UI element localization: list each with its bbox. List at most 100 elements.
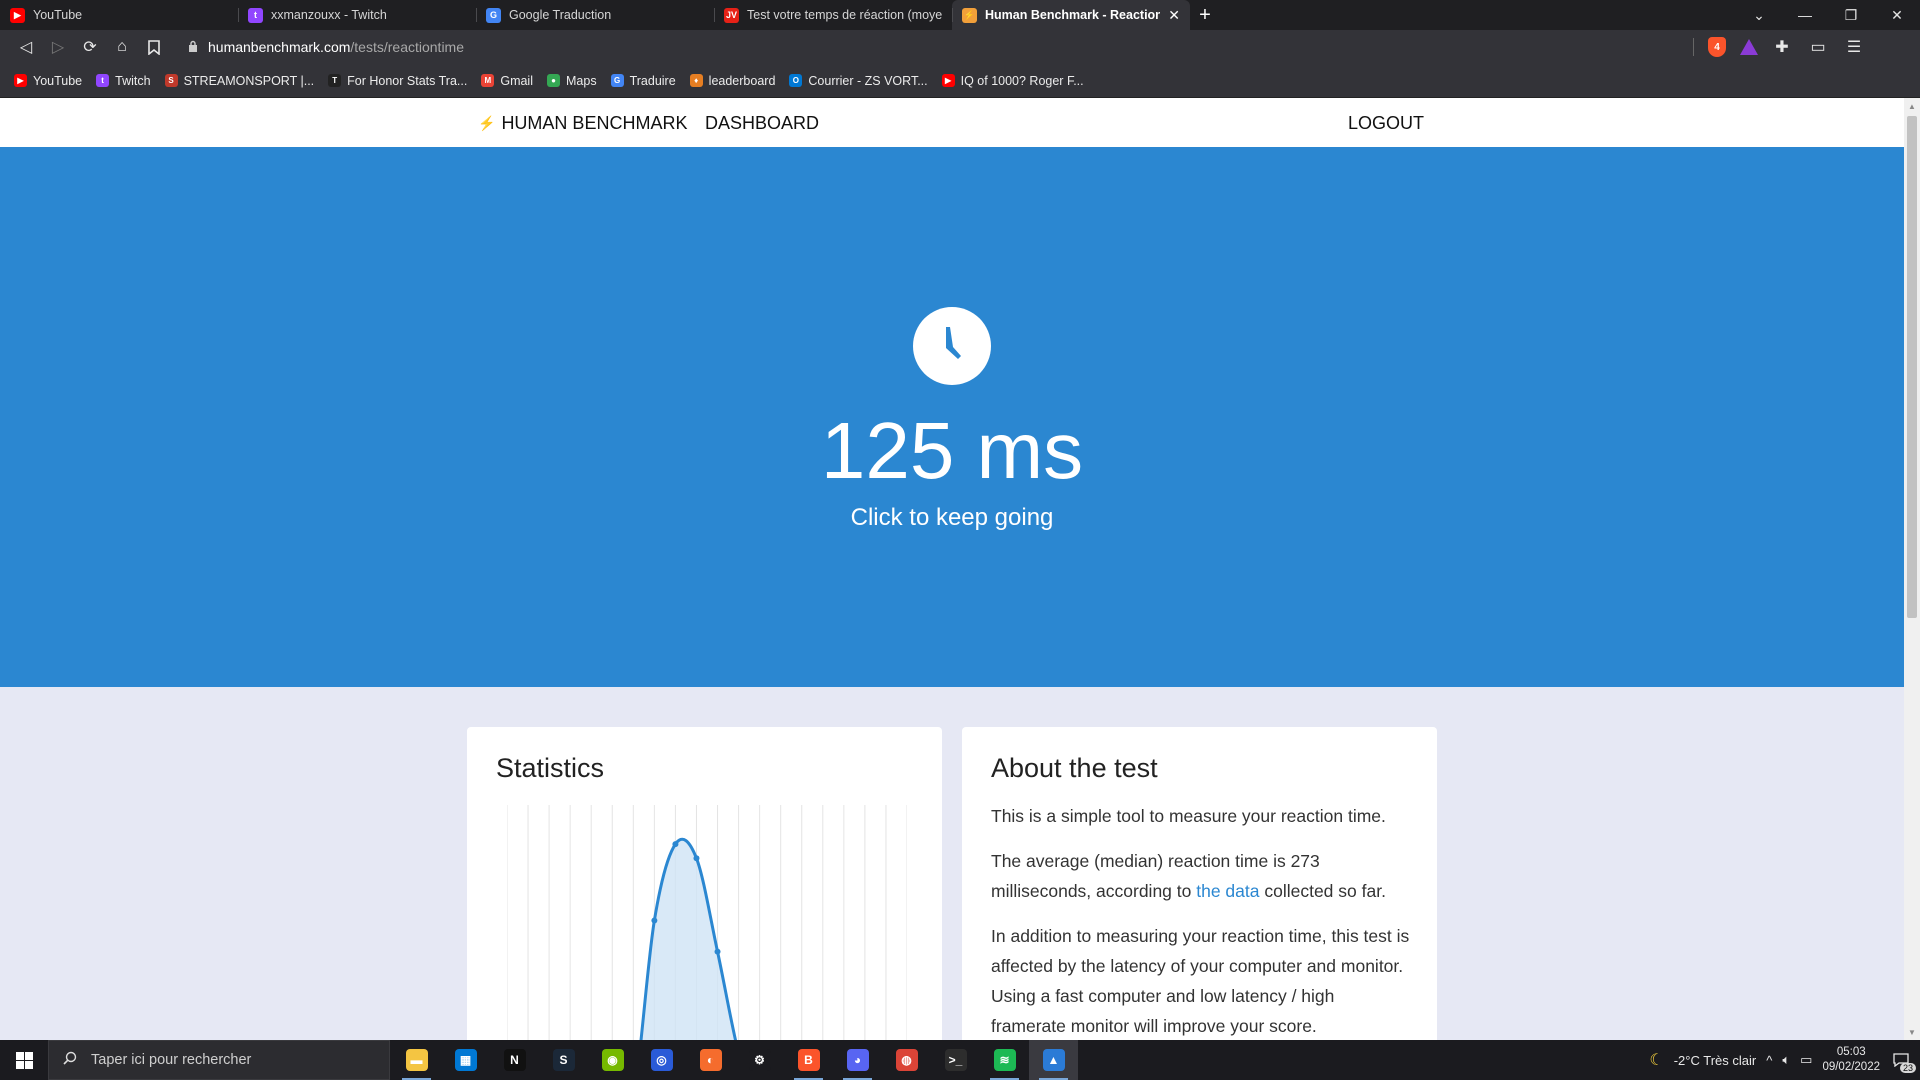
restore-icon[interactable]: ❐ xyxy=(1828,0,1874,30)
bookmark-item[interactable]: T For Honor Stats Tra... xyxy=(328,74,467,88)
clock-time: 05:03 xyxy=(1836,1046,1866,1058)
nvidia-icon: ◉ xyxy=(601,1049,624,1071)
tab-search-chevron-icon[interactable]: ⌄ xyxy=(1736,0,1782,30)
scroll-up-icon[interactable]: ▲ xyxy=(1904,98,1920,114)
bookmark-label: Gmail xyxy=(500,73,533,88)
wallet-icon[interactable]: ▭ xyxy=(1802,33,1834,61)
system-tray: ☾ -2°C Très clair ^ 🔈︎ ▭ 05:03 09/02/202… xyxy=(1649,1045,1920,1075)
lightning-icon: ⚡ xyxy=(478,115,496,131)
bookmark-item[interactable]: O Courrier - ZS VORT... xyxy=(789,73,928,88)
bookmark-item[interactable]: ▶ IQ of 1000? Roger F... xyxy=(941,74,1084,88)
bookmark-item[interactable]: G Traduire xyxy=(610,73,676,88)
dashboard-link[interactable]: DASHBOARD xyxy=(705,113,819,134)
browser-tab[interactable]: ▶ YouTube xyxy=(0,0,238,30)
streamonsport-icon: S xyxy=(164,74,178,87)
page-viewport: ⚡ HUMAN BENCHMARK DASHBOARD LOGOUT 125 m… xyxy=(0,98,1904,1040)
twitch-icon: t xyxy=(96,74,110,87)
show-hidden-icons-chevron-icon[interactable]: ^ xyxy=(1766,1053,1772,1068)
bookmark-label: Courrier - ZS VORT... xyxy=(808,73,928,88)
jv-icon: JV xyxy=(724,7,739,23)
spotify-icon: ≋ xyxy=(993,1049,1016,1071)
weather-moon-icon[interactable]: ☾ xyxy=(1649,1050,1663,1070)
forward-icon[interactable]: ▷ xyxy=(42,33,74,61)
taskbar-app[interactable]: >_ xyxy=(931,1040,980,1080)
reaction-result: 125 ms xyxy=(820,406,1084,495)
browser-tab[interactable]: ⚡ Human Benchmark - Reaction Tin ✕ xyxy=(952,0,1190,30)
page-scrollbar[interactable]: ▲ ▼ xyxy=(1904,98,1920,1040)
taskbar-search-box[interactable]: Taper ici pour rechercher xyxy=(48,1040,390,1080)
taskbar-app[interactable]: ◎ xyxy=(637,1040,686,1080)
brave-icon: B xyxy=(797,1049,820,1071)
taskbar-app[interactable]: ◉ xyxy=(588,1040,637,1080)
the-data-link[interactable]: the data xyxy=(1196,881,1259,901)
new-tab-button[interactable]: + xyxy=(1190,0,1220,30)
lock-icon xyxy=(188,39,198,55)
home-icon[interactable]: ⌂ xyxy=(106,33,138,61)
network-icon[interactable]: ▭ xyxy=(1800,1052,1812,1068)
bookmark-item[interactable]: ♦ leaderboard xyxy=(689,73,776,88)
taskbar-app[interactable]: ◐ xyxy=(686,1040,735,1080)
taskbar-app[interactable]: N xyxy=(490,1040,539,1080)
bookmark-item[interactable]: M Gmail xyxy=(481,74,533,88)
url-path: /tests/reactiontime xyxy=(350,39,465,55)
bookmark-item[interactable]: S STREAMONSPORT |... xyxy=(164,74,314,88)
menu-icon[interactable]: ☰ xyxy=(1838,33,1870,61)
taskbar-app[interactable]: S xyxy=(539,1040,588,1080)
taskbar-app[interactable]: ≋ xyxy=(980,1040,1029,1080)
taskbar-app[interactable]: ◕ xyxy=(833,1040,882,1080)
distribution-chart xyxy=(507,805,907,1040)
weather-text[interactable]: -2°C Très clair xyxy=(1674,1053,1757,1068)
bookmark-label: Maps xyxy=(566,73,597,88)
taskbar-app[interactable]: ◍ xyxy=(882,1040,931,1080)
taskbar-app[interactable]: ⚙ xyxy=(735,1040,784,1080)
statistics-title: Statistics xyxy=(496,753,605,783)
tab-label: Test votre temps de réaction (moyenn xyxy=(747,8,942,22)
scrollbar-thumb[interactable] xyxy=(1907,116,1917,618)
minimize-icon[interactable]: — xyxy=(1782,0,1828,30)
bookmark-item[interactable]: ▶ YouTube xyxy=(14,74,82,88)
taskbar-app[interactable]: ▲ xyxy=(1029,1040,1078,1080)
browser-toolbar: ◁ ▷ ⟳ ⌂ humanbenchmark.com/tests/reactio… xyxy=(0,30,1920,64)
back-icon[interactable]: ◁ xyxy=(10,33,42,61)
search-placeholder: Taper ici pour rechercher xyxy=(91,1052,252,1068)
brave-shields-icon[interactable]: 4 xyxy=(1708,37,1726,57)
extensions-icon[interactable]: ✚ xyxy=(1766,33,1798,61)
close-tab-icon[interactable]: ✕ xyxy=(1168,7,1180,24)
volume-icon[interactable]: 🔈︎ xyxy=(1782,1052,1790,1068)
about-p2-text-end: collected so far. xyxy=(1259,881,1386,901)
bookmark-item[interactable]: ● Maps xyxy=(547,74,597,88)
youtube-icon: ▶ xyxy=(14,74,27,87)
about-paragraph-1: This is a simple tool to measure your re… xyxy=(991,806,1386,826)
settings-icon: ⚙ xyxy=(748,1049,771,1071)
twitch-icon: t xyxy=(248,7,263,23)
logout-link[interactable]: LOGOUT xyxy=(1348,113,1424,134)
bookmarks-bar: ▶ YouTube t Twitch S STREAMONSPORT |... T For H… xyxy=(0,64,1920,98)
youtube-icon: ▶ xyxy=(10,7,25,23)
close-window-icon[interactable]: ✕ xyxy=(1874,0,1920,30)
taskbar-app[interactable]: ▬ xyxy=(392,1040,441,1080)
reaction-test-area[interactable]: 125 ms Click to keep going xyxy=(0,147,1904,687)
browser-tab[interactable]: t xxmanzouxx - Twitch xyxy=(238,0,476,30)
window-controls: ⌄ — ❐ ✕ xyxy=(1736,0,1920,30)
chart-area xyxy=(641,839,736,1040)
bookmark-label: leaderboard xyxy=(708,73,776,88)
windows-start-icon[interactable] xyxy=(0,1040,48,1080)
browser-tab[interactable]: G Google Traduction xyxy=(476,0,714,30)
google-translate-icon: G xyxy=(486,7,501,23)
search-icon xyxy=(63,1051,77,1069)
brand-link[interactable]: ⚡ HUMAN BENCHMARK xyxy=(478,113,687,134)
brave-rewards-icon[interactable] xyxy=(1740,39,1758,55)
browser-tab[interactable]: JV Test votre temps de réaction (moyenn xyxy=(714,0,952,30)
address-bar[interactable]: humanbenchmark.com/tests/reactiontime 4 xyxy=(176,34,1766,60)
bookmark-icon[interactable] xyxy=(138,33,170,61)
notifications-icon[interactable]: 23 xyxy=(1890,1049,1916,1073)
reload-icon[interactable]: ⟳ xyxy=(74,33,106,61)
bookmark-item[interactable]: t Twitch xyxy=(96,74,151,88)
scroll-down-icon[interactable]: ▼ xyxy=(1904,1024,1920,1040)
taskbar-app[interactable]: ▦ xyxy=(441,1040,490,1080)
taskbar-clock[interactable]: 05:03 09/02/2022 xyxy=(1822,1045,1880,1075)
trn-icon: T xyxy=(328,74,342,87)
leaderboard-icon: ♦ xyxy=(689,74,703,87)
bookmark-label: Traduire xyxy=(629,73,676,88)
taskbar-app[interactable]: B xyxy=(784,1040,833,1080)
